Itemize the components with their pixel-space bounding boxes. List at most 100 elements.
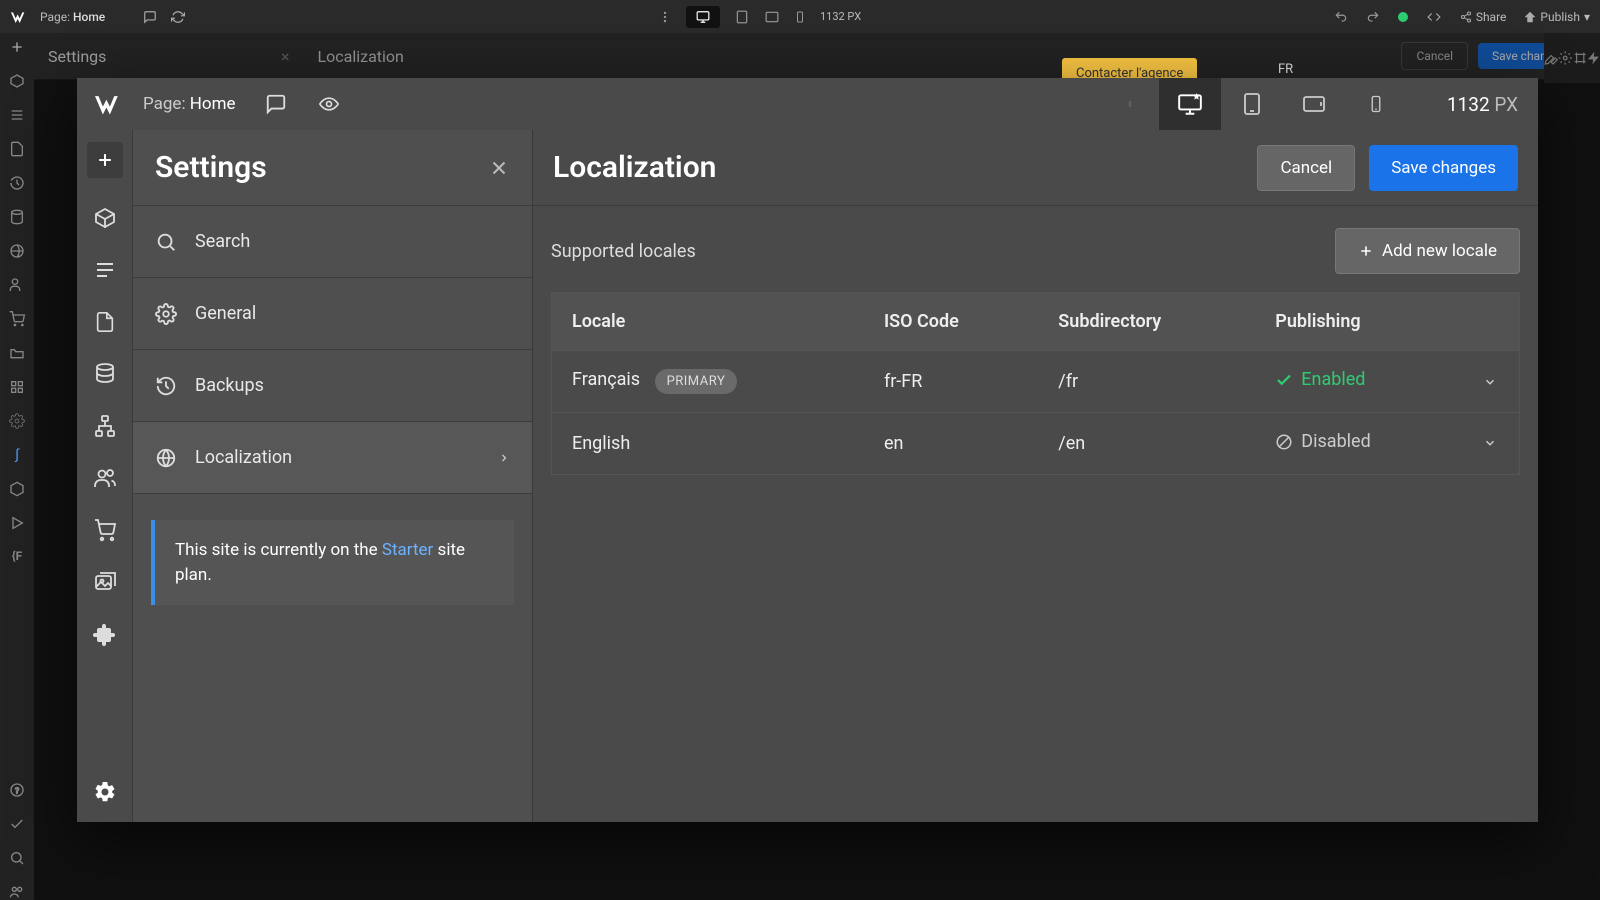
search-icon <box>9 850 25 866</box>
col-publishing: Publishing <box>1255 293 1461 351</box>
settings-item-general[interactable]: General <box>133 278 532 350</box>
comment-icon <box>265 93 287 115</box>
users-icon <box>93 466 117 490</box>
tablet-icon <box>1240 92 1264 116</box>
webflow-logo-icon <box>10 8 28 26</box>
bg-viewport-readout: 1132 PX <box>820 10 861 23</box>
device-mobile-button[interactable] <box>1345 78 1407 130</box>
settings-item-localization[interactable]: Localization <box>133 422 532 494</box>
add-locale-button[interactable]: Add new locale <box>1335 228 1520 274</box>
box-icon <box>93 206 117 230</box>
localization-header: Localization Cancel Save changes <box>533 130 1538 206</box>
comments-button[interactable] <box>260 88 292 120</box>
supported-locales-label: Supported locales <box>551 241 1335 262</box>
plus-icon <box>1358 243 1374 259</box>
rail-navigator-button[interactable] <box>93 258 117 282</box>
publishing-status: Enabled <box>1275 369 1365 390</box>
gear-icon <box>155 303 177 325</box>
expand-row-button[interactable] <box>1461 351 1520 413</box>
history-icon <box>9 175 25 191</box>
close-icon <box>488 157 510 179</box>
modal-icon-rail <box>77 130 133 822</box>
settings-item-label: General <box>195 303 256 324</box>
settings-item-backups[interactable]: Backups <box>133 350 532 422</box>
rail-assets-button[interactable] <box>93 570 117 594</box>
more-menu-button[interactable] <box>1121 87 1139 121</box>
add-locale-label: Add new locale <box>1382 241 1497 261</box>
comment-icon <box>143 10 157 24</box>
cart-icon <box>93 518 117 542</box>
rail-users-button[interactable] <box>93 466 117 490</box>
plan-name-link[interactable]: Starter <box>382 540 433 560</box>
search-icon <box>155 231 177 253</box>
users-icon <box>9 277 25 293</box>
rail-components-button[interactable] <box>93 206 117 230</box>
redo-icon <box>1366 10 1380 24</box>
gear-icon <box>93 779 117 805</box>
history-icon <box>155 375 177 397</box>
plus-icon <box>95 150 115 170</box>
device-desktop-button[interactable] <box>1159 78 1221 130</box>
bg-lang-badge: FR <box>1278 62 1293 77</box>
primary-badge: PRIMARY <box>655 369 738 394</box>
app-titlebar: Page: Home 1132 PX Share Publish ▾ <box>0 0 1600 33</box>
modal-page-indicator[interactable]: Page: Home <box>143 94 236 114</box>
settings-item-label: Localization <box>195 447 292 468</box>
rail-ecommerce-button[interactable] <box>93 518 117 542</box>
rail-settings-button[interactable] <box>93 780 117 804</box>
localization-title: Localization <box>553 150 1257 185</box>
save-button[interactable]: Save changes <box>1369 145 1518 191</box>
tablet-icon <box>734 10 750 24</box>
preview-button[interactable] <box>316 94 342 114</box>
rail-pages-button[interactable] <box>93 310 117 334</box>
bg-titlebar-right: Share Publish ▾ <box>1334 10 1590 24</box>
tablet-landscape-icon <box>1300 92 1328 116</box>
layers-icon <box>9 107 25 123</box>
bg-left-rail: ∫ {F ? <box>0 33 34 900</box>
plan-note-pre: This site is currently on the <box>175 540 382 560</box>
locale-row[interactable]: English en /en Disabled <box>552 413 1520 475</box>
settings-item-label: Backups <box>195 375 264 396</box>
rail-sitetree-button[interactable] <box>93 414 117 438</box>
rail-cms-button[interactable] <box>93 362 117 386</box>
page-icon <box>94 310 116 334</box>
plus-icon <box>9 39 25 55</box>
locale-row[interactable]: Français PRIMARY fr-FR /fr Enabled <box>552 351 1520 413</box>
modal-topbar: Page: Home 1132 PX <box>77 78 1538 130</box>
close-settings-button[interactable] <box>488 157 510 179</box>
settings-item-label: Search <box>195 231 250 252</box>
box-icon <box>9 73 25 89</box>
bg-titlebar-icons <box>143 10 185 24</box>
cube-icon <box>9 481 25 497</box>
code-icon <box>1426 10 1442 24</box>
device-tablet-button[interactable] <box>1221 78 1283 130</box>
locale-subdir: /en <box>1038 413 1255 475</box>
rail-apps-button[interactable] <box>93 622 117 646</box>
bg-device-switcher: 1132 PX <box>658 6 861 28</box>
expand-row-button[interactable] <box>1461 413 1520 475</box>
device-tablet-landscape-button[interactable] <box>1283 78 1345 130</box>
dots-icon <box>658 10 672 24</box>
sitemap-icon <box>93 414 117 438</box>
disabled-icon <box>1275 433 1293 451</box>
dots-vertical-icon <box>1127 93 1133 115</box>
settings-item-search[interactable]: Search <box>133 206 532 278</box>
cancel-button[interactable]: Cancel <box>1257 145 1355 191</box>
mobile-icon <box>794 10 806 24</box>
check-icon <box>9 816 25 832</box>
puzzle-icon <box>93 622 117 646</box>
webflow-logo-icon[interactable] <box>95 90 123 118</box>
settings-nav-panel: Settings Search General Backups Localiza… <box>133 130 533 822</box>
images-icon <box>93 570 117 594</box>
refresh-icon <box>171 10 185 24</box>
cart-icon <box>9 311 25 327</box>
share-icon <box>1460 11 1472 23</box>
locales-table: Locale ISO Code Subdirectory Publishing … <box>551 292 1520 475</box>
gear-icon <box>9 413 25 429</box>
add-button[interactable] <box>87 142 123 178</box>
status-dot-icon <box>1398 12 1408 22</box>
plan-callout: This site is currently on the Starter si… <box>151 520 514 605</box>
logic-icon: ∫ <box>15 447 19 463</box>
viewport-readout: 1132 PX <box>1447 93 1518 116</box>
col-locale: Locale <box>552 293 864 351</box>
